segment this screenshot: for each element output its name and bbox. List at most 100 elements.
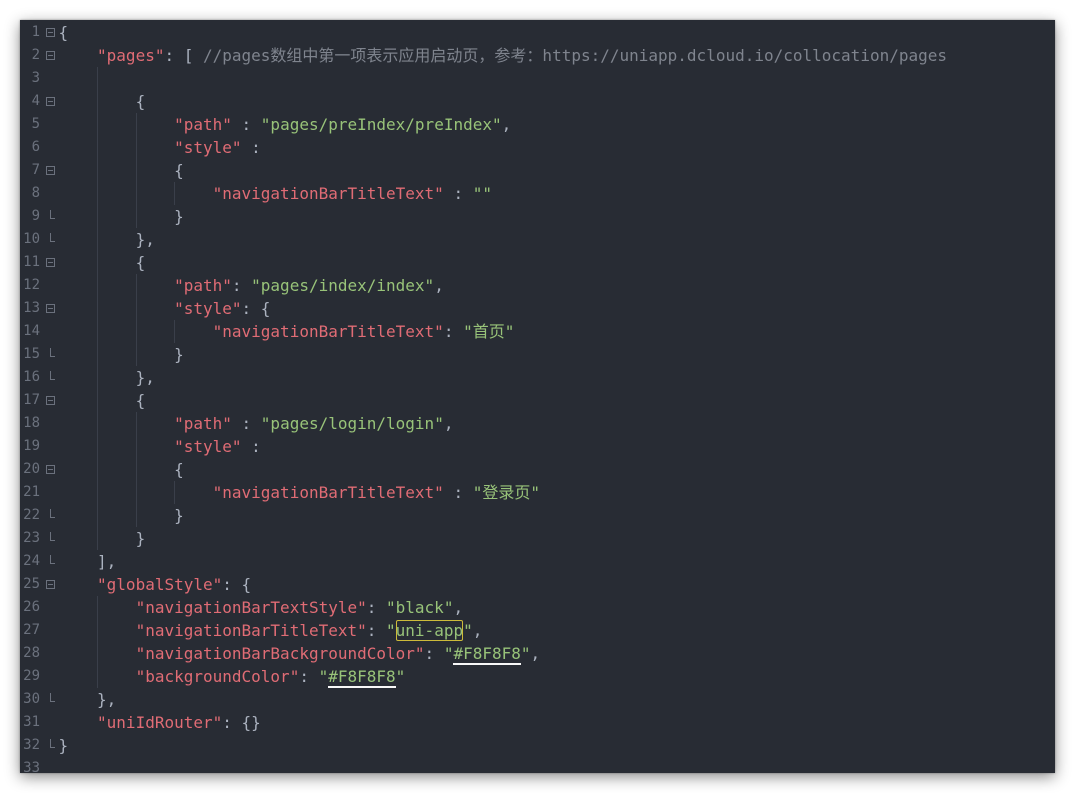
code-line[interactable]: 27 "navigationBarTitleText": "uni-app", bbox=[20, 619, 1055, 642]
line-number[interactable]: 7 bbox=[20, 159, 40, 182]
code-line[interactable]: 1{ bbox=[20, 21, 1055, 44]
code-text[interactable]: "navigationBarBackgroundColor": "#F8F8F8… bbox=[59, 642, 540, 665]
line-number[interactable]: 17 bbox=[20, 389, 40, 412]
line-number[interactable]: 21 bbox=[20, 481, 40, 504]
json-key[interactable]: "style" bbox=[174, 437, 241, 456]
line-number[interactable]: 15 bbox=[20, 343, 40, 366]
punctuation[interactable]: { bbox=[136, 391, 146, 410]
punctuation[interactable]: : bbox=[242, 138, 261, 157]
code-line[interactable]: 28 "navigationBarBackgroundColor": "#F8F8… bbox=[20, 642, 1055, 665]
punctuation[interactable]: , bbox=[502, 115, 512, 134]
code-line[interactable]: 11 { bbox=[20, 251, 1055, 274]
fold-collapse-icon[interactable] bbox=[46, 166, 55, 175]
code-text[interactable]: } bbox=[59, 343, 184, 366]
code-text[interactable]: "navigationBarTextStyle": "black", bbox=[59, 596, 463, 619]
line-number[interactable]: 12 bbox=[20, 274, 40, 297]
line-number[interactable]: 2 bbox=[20, 44, 40, 67]
punctuation[interactable]: , bbox=[453, 598, 463, 617]
punctuation[interactable]: } bbox=[174, 345, 184, 364]
code-line[interactable]: 2 "pages": [ //pages数组中第一项表示应用启动页，参考：http… bbox=[20, 44, 1055, 67]
code-line[interactable]: 6 "style" : bbox=[20, 136, 1055, 159]
line-number[interactable]: 14 bbox=[20, 320, 40, 343]
line-number[interactable]: 32 bbox=[20, 734, 40, 757]
punctuation[interactable]: }, bbox=[136, 230, 155, 249]
string-value[interactable]: " bbox=[319, 667, 329, 686]
punctuation[interactable]: : [ bbox=[164, 46, 203, 65]
json-key[interactable]: "style" bbox=[174, 138, 241, 157]
code-text[interactable]: "path": "pages/index/index", bbox=[59, 274, 444, 297]
string-value[interactable]: "登录页" bbox=[473, 483, 540, 502]
code-text[interactable]: { bbox=[59, 21, 69, 44]
code-editor[interactable]: 1{2 "pages": [ //pages数组中第一项表示应用启动页，参考：ht… bbox=[20, 20, 1055, 773]
line-number[interactable]: 9 bbox=[20, 205, 40, 228]
json-key[interactable]: "pages" bbox=[97, 46, 164, 65]
code-line[interactable]: 23} bbox=[20, 527, 1055, 550]
code-line[interactable]: 31 "uniIdRouter": {} bbox=[20, 711, 1055, 734]
code-line[interactable]: 33 bbox=[20, 757, 1055, 773]
code-line[interactable]: 17 { bbox=[20, 389, 1055, 412]
string-value[interactable]: "pages/preIndex/preIndex" bbox=[261, 115, 502, 134]
line-number[interactable]: 10 bbox=[20, 228, 40, 251]
code-text[interactable]: ], bbox=[59, 550, 116, 573]
code-line[interactable]: 30}, bbox=[20, 688, 1055, 711]
punctuation[interactable]: } bbox=[174, 506, 184, 525]
punctuation[interactable]: : bbox=[242, 437, 261, 456]
punctuation[interactable]: }, bbox=[136, 368, 155, 387]
code-text[interactable]: } bbox=[59, 527, 145, 550]
code-line[interactable]: 16}, bbox=[20, 366, 1055, 389]
code-text[interactable]: "navigationBarTitleText" : "" bbox=[59, 182, 492, 205]
comment[interactable]: //pages数组中第一项表示应用启动页，参考：https://uniapp.d… bbox=[203, 46, 947, 65]
string-value[interactable]: " bbox=[521, 644, 531, 663]
punctuation[interactable]: { bbox=[59, 23, 69, 42]
punctuation[interactable]: : {} bbox=[222, 713, 261, 732]
punctuation[interactable]: : { bbox=[222, 575, 251, 594]
code-line[interactable]: 7{ bbox=[20, 159, 1055, 182]
punctuation[interactable]: : bbox=[425, 644, 444, 663]
code-line[interactable]: 12 "path": "pages/index/index", bbox=[20, 274, 1055, 297]
punctuation[interactable]: : bbox=[232, 276, 251, 295]
line-number[interactable]: 16 bbox=[20, 366, 40, 389]
json-key[interactable]: "globalStyle" bbox=[97, 575, 222, 594]
fold-collapse-icon[interactable] bbox=[46, 97, 55, 106]
code-text[interactable]: "pages": [ //pages数组中第一项表示应用启动页，参考：https… bbox=[59, 44, 947, 67]
line-number[interactable]: 29 bbox=[20, 665, 40, 688]
line-number[interactable]: 3 bbox=[20, 67, 40, 90]
line-number[interactable]: 6 bbox=[20, 136, 40, 159]
find-match-highlight[interactable]: uni-app bbox=[396, 620, 463, 641]
line-number[interactable]: 1 bbox=[20, 21, 40, 44]
line-number[interactable]: 25 bbox=[20, 573, 40, 596]
code-text[interactable]: } bbox=[59, 205, 184, 228]
fold-collapse-icon[interactable] bbox=[46, 580, 55, 589]
code-text[interactable]: }, bbox=[59, 688, 116, 711]
line-number[interactable]: 13 bbox=[20, 297, 40, 320]
code-text[interactable]: "style": { bbox=[59, 297, 270, 320]
code-text[interactable]: "globalStyle": { bbox=[59, 573, 251, 596]
code-line[interactable]: 14 "navigationBarTitleText": "首页" bbox=[20, 320, 1055, 343]
string-value[interactable]: "pages/login/login" bbox=[261, 414, 444, 433]
code-text[interactable]: "style" : bbox=[59, 435, 261, 458]
line-number[interactable]: 24 bbox=[20, 550, 40, 573]
string-value[interactable]: "black" bbox=[386, 598, 453, 617]
string-value[interactable]: " bbox=[396, 667, 406, 686]
code-line[interactable]: 9} bbox=[20, 205, 1055, 228]
punctuation[interactable]: , bbox=[444, 414, 454, 433]
line-number[interactable]: 20 bbox=[20, 458, 40, 481]
code-line[interactable]: 29 "backgroundColor": "#F8F8F8" bbox=[20, 665, 1055, 688]
line-number[interactable]: 27 bbox=[20, 619, 40, 642]
code-line[interactable]: 15} bbox=[20, 343, 1055, 366]
json-key[interactable]: "navigationBarTitleText" bbox=[136, 621, 367, 640]
code-line[interactable]: 24], bbox=[20, 550, 1055, 573]
json-key[interactable]: "navigationBarTitleText" bbox=[213, 483, 444, 502]
code-text[interactable]: } bbox=[59, 504, 184, 527]
json-key[interactable]: "path" bbox=[174, 115, 232, 134]
code-line[interactable]: 20 { bbox=[20, 458, 1055, 481]
fold-collapse-icon[interactable] bbox=[46, 258, 55, 267]
json-key[interactable]: "uniIdRouter" bbox=[97, 713, 222, 732]
punctuation[interactable]: { bbox=[174, 460, 184, 479]
code-line[interactable]: 4{ bbox=[20, 90, 1055, 113]
line-number[interactable]: 26 bbox=[20, 596, 40, 619]
code-text[interactable]: "navigationBarTitleText": "首页" bbox=[59, 320, 514, 343]
code-text[interactable]: { bbox=[59, 458, 184, 481]
line-number[interactable]: 30 bbox=[20, 688, 40, 711]
string-value[interactable]: "pages/index/index" bbox=[251, 276, 434, 295]
